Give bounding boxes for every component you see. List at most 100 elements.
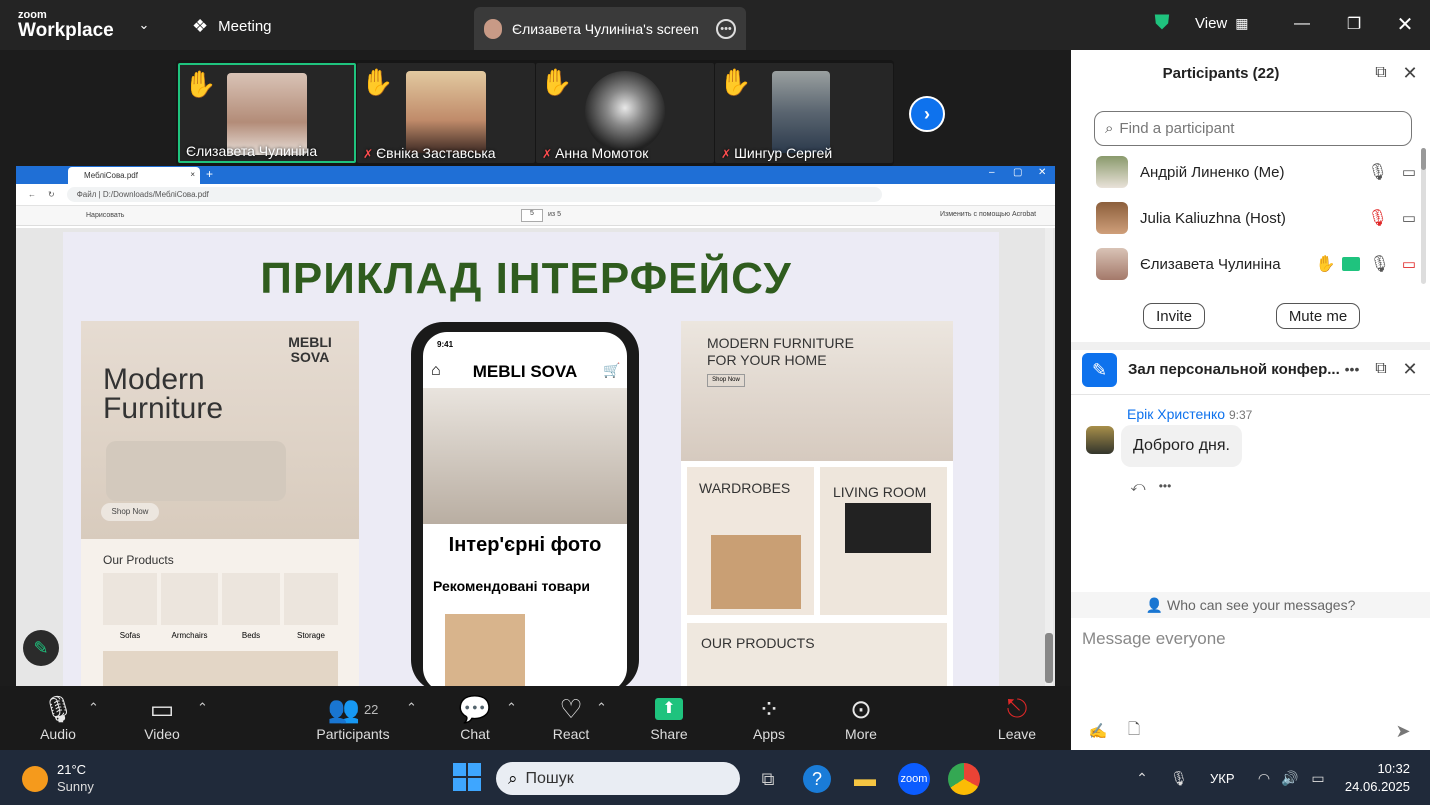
- more-icon[interactable]: •••: [1155, 477, 1175, 495]
- message-bubble[interactable]: Доброго дня.: [1121, 425, 1242, 467]
- clock-time[interactable]: 10:32: [1340, 761, 1410, 776]
- video-tile[interactable]: ✋ Єлизавета Чулиніна: [178, 63, 356, 163]
- participant-row[interactable]: Julia Kaliuzhna (Host) 🎙 ▭: [1096, 198, 1416, 238]
- share-button[interactable]: ⬆ Share: [634, 692, 704, 747]
- mute-me-button[interactable]: Mute me: [1276, 303, 1360, 329]
- zoom-app-icon[interactable]: zoom: [898, 763, 930, 795]
- raise-hand-icon: ✋: [540, 67, 573, 97]
- leave-button[interactable]: ⎋ Leave: [982, 692, 1052, 747]
- share-icon: [1341, 257, 1360, 271]
- share-tab[interactable]: Єлизавета Чулиніна's screen •••: [474, 7, 746, 50]
- draw-button[interactable]: Нарисовать: [86, 212, 124, 219]
- shield-icon[interactable]: ⛊: [1152, 12, 1172, 34]
- chevron-up-icon[interactable]: ⌃: [1132, 768, 1152, 788]
- search-input[interactable]: ⌕ Find a participant: [1094, 111, 1412, 146]
- popout-icon[interactable]: ⧉: [1372, 64, 1390, 82]
- acrobat-button[interactable]: Изменить с помощью Acrobat: [940, 211, 1036, 218]
- popout-icon[interactable]: ⧉: [1372, 360, 1390, 378]
- participant-row[interactable]: Андрій Линенко (Me) 🎙 ▭: [1096, 152, 1416, 192]
- close-icon[interactable]: ✕: [1393, 12, 1417, 36]
- restore-icon[interactable]: ▢: [1013, 167, 1022, 178]
- format-icon[interactable]: ✍: [1088, 721, 1108, 741]
- chevron-up-icon[interactable]: ⌃: [506, 700, 517, 716]
- camera-off-icon[interactable]: ▭: [1402, 255, 1416, 273]
- browser-tab[interactable]: МебліСова.pdf ×: [68, 167, 200, 184]
- reply-icon[interactable]: ⤺: [1128, 477, 1148, 495]
- new-tab-icon[interactable]: +: [206, 167, 213, 181]
- participants-button[interactable]: 👥 22 Participants: [312, 692, 394, 747]
- chat-compose-icon[interactable]: ✎: [1082, 353, 1117, 387]
- weather-temp[interactable]: 21°C: [57, 762, 86, 777]
- divider: [1071, 342, 1430, 350]
- view-button[interactable]: View ▦: [1195, 15, 1248, 32]
- message-input[interactable]: Message everyone: [1082, 629, 1412, 709]
- shop-now-button: Shop Now: [707, 374, 745, 387]
- apps-button[interactable]: ⁘ Apps: [734, 692, 804, 747]
- close-icon[interactable]: ✕: [1401, 359, 1419, 379]
- scrollbar[interactable]: [1421, 148, 1426, 284]
- close-icon[interactable]: ✕: [1401, 63, 1419, 83]
- next-page-button[interactable]: ›: [909, 96, 945, 132]
- minimize-icon[interactable]: –: [989, 167, 995, 178]
- chevron-up-icon[interactable]: ⌃: [596, 700, 607, 716]
- send-icon[interactable]: ➤: [1392, 720, 1414, 742]
- file-icon[interactable]: 🗋: [1124, 721, 1144, 741]
- invite-button[interactable]: Invite: [1143, 303, 1205, 329]
- help-icon[interactable]: ?: [803, 765, 831, 793]
- mic-icon[interactable]: 🎙: [1168, 768, 1190, 788]
- video-tile[interactable]: ✋ ✗ Шингур Сергей: [715, 63, 893, 163]
- language-indicator[interactable]: УКР: [1210, 771, 1235, 786]
- close-icon[interactable]: ✕: [1038, 167, 1046, 178]
- more-icon[interactable]: •••: [1342, 360, 1362, 378]
- close-icon[interactable]: ×: [190, 170, 195, 179]
- view-label: View: [1195, 15, 1228, 32]
- windows-start-icon[interactable]: [453, 763, 481, 791]
- share-label: Share: [650, 726, 688, 742]
- participant-video: [772, 71, 830, 153]
- chrome-icon[interactable]: [948, 763, 980, 795]
- mic-muted-icon[interactable]: 🎙: [1368, 208, 1388, 228]
- mic-icon[interactable]: 🎙: [1368, 162, 1388, 182]
- taskbar-search[interactable]: ⌕ Пошук: [496, 762, 740, 795]
- chevron-up-icon[interactable]: ⌃: [88, 700, 99, 716]
- video-tile[interactable]: ✋ ✗ Євніка Заставська: [357, 63, 535, 163]
- chat-button[interactable]: 💬 Chat: [440, 692, 510, 747]
- more-button[interactable]: ⊙ More: [826, 692, 896, 747]
- clock-date[interactable]: 24.06.2025: [1336, 779, 1410, 794]
- camera-icon[interactable]: ▭: [1402, 209, 1416, 227]
- address-input[interactable]: Файл | D:/Downloads/МебліСова.pdf: [66, 187, 882, 202]
- chevron-up-icon[interactable]: ⌃: [197, 700, 208, 716]
- video-button[interactable]: ▭ Video: [127, 692, 197, 747]
- participant-name: Єлизавета Чулиніна: [186, 143, 318, 159]
- audio-button[interactable]: 🎙 Audio: [23, 692, 93, 747]
- wifi-icon[interactable]: ◠: [1254, 768, 1274, 788]
- weather-icon[interactable]: [22, 766, 48, 792]
- refresh-icon[interactable]: ↻: [48, 190, 55, 199]
- video-tile[interactable]: ✋ ✗ Анна Момоток: [536, 63, 714, 163]
- battery-icon[interactable]: ▭: [1307, 768, 1329, 788]
- leave-label: Leave: [997, 726, 1037, 742]
- minimize-icon[interactable]: —: [1290, 12, 1314, 36]
- more-icon[interactable]: •••: [716, 18, 736, 39]
- message-time: 9:37: [1228, 408, 1253, 422]
- mic-icon[interactable]: 🎙: [1370, 254, 1390, 274]
- restore-icon[interactable]: ❐: [1342, 12, 1366, 36]
- annotate-icon[interactable]: ✎: [23, 630, 59, 666]
- page-number-input[interactable]: 5: [521, 209, 543, 222]
- visibility-note[interactable]: 👤 Who can see your messages?: [1071, 592, 1430, 618]
- tab-title: МебліСова.pdf: [84, 171, 138, 180]
- meeting-menu[interactable]: ❖ Meeting: [192, 15, 292, 37]
- chevron-up-icon[interactable]: ⌃: [406, 700, 417, 716]
- volume-icon[interactable]: 🔊: [1280, 768, 1300, 788]
- folder-icon[interactable]: ▬: [850, 765, 880, 793]
- leave-icon: ⎋: [1006, 693, 1028, 723]
- scrollbar[interactable]: [1045, 228, 1053, 686]
- message-sender: Ерік Христенко 9:37: [1127, 406, 1253, 422]
- back-icon[interactable]: ←: [28, 190, 36, 199]
- participant-name: Шингур Сергей: [734, 145, 833, 161]
- camera-icon[interactable]: ▭: [1402, 163, 1416, 181]
- task-view-icon[interactable]: ⧉: [753, 765, 783, 793]
- participant-row[interactable]: Єлизавета Чулиніна ✋ 🎙 ▭: [1096, 244, 1416, 284]
- chevron-down-icon[interactable]: ⌄: [136, 16, 152, 34]
- grid-icon: ▦: [1235, 15, 1249, 31]
